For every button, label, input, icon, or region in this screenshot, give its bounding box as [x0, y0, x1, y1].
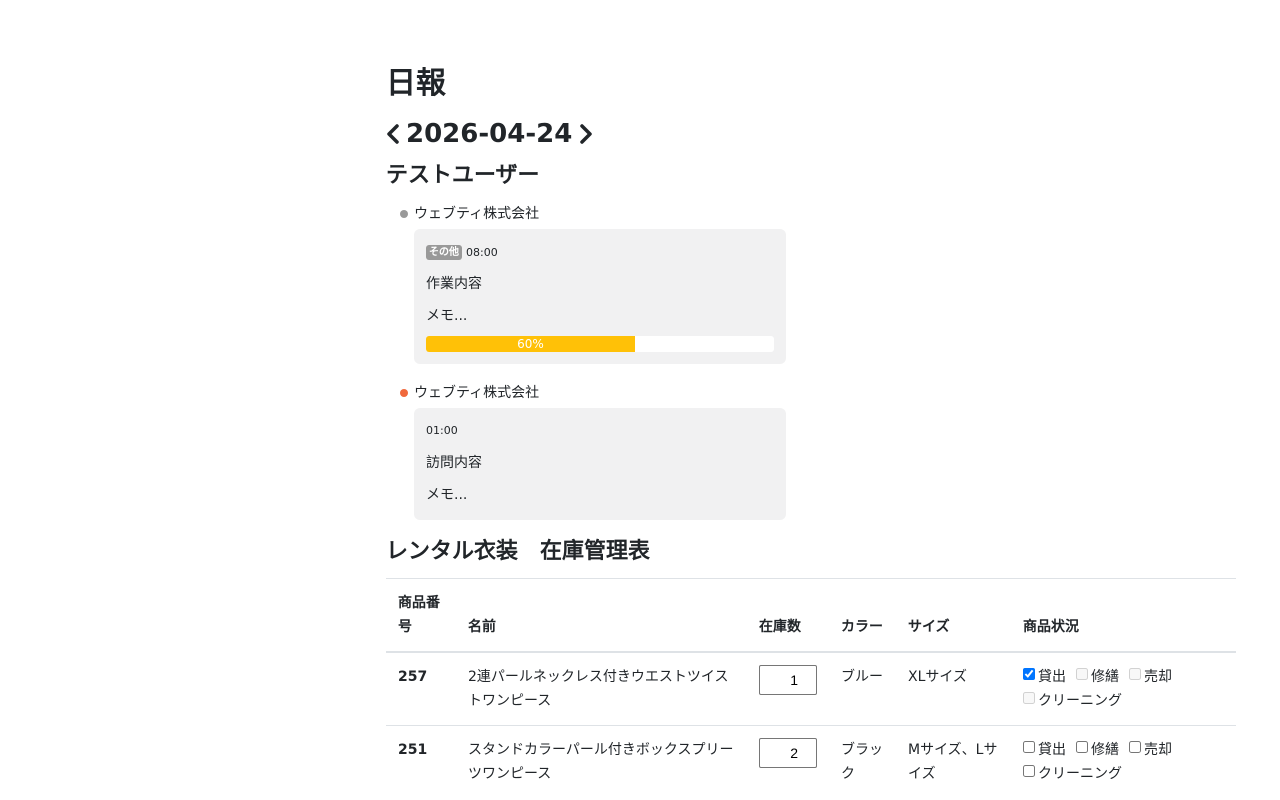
entry-time: 01:00	[426, 424, 458, 437]
status-options: 貸出 修繕 売却クリーニング	[1023, 665, 1224, 713]
item-color: ブルー	[829, 651, 896, 726]
column-header-status: 商品状況	[1011, 578, 1236, 653]
status-dot	[400, 389, 408, 397]
page-title: 日報	[386, 66, 446, 101]
chevron-left-icon[interactable]	[386, 124, 406, 144]
item-color: ブラック	[829, 725, 896, 798]
cleaning-label: クリーニング	[1038, 766, 1122, 782]
chevron-right-icon[interactable]	[579, 124, 599, 144]
stock-input[interactable]	[759, 665, 817, 695]
status-cell: 貸出 修繕 売却クリーニング	[1011, 651, 1236, 726]
column-header-color: カラー	[829, 578, 896, 653]
status-option-repair[interactable]: 修繕	[1076, 741, 1119, 758]
rental-checkbox[interactable]	[1023, 668, 1035, 680]
progress-bar: 60%	[426, 336, 774, 352]
item-size: Mサイズ、Lサイズ	[896, 725, 1011, 798]
sold-label: 売却	[1144, 742, 1172, 758]
status-cell: 貸出 修繕 売却クリーニング	[1011, 725, 1236, 798]
entry-time: 08:00	[466, 245, 498, 259]
sold-checkbox[interactable]	[1129, 668, 1141, 680]
table-row: 257 2連パールネックレス付きウエストツイストワンピース ブルー XLサイズ …	[386, 651, 1236, 726]
repair-checkbox[interactable]	[1076, 668, 1088, 680]
entry-card[interactable]: その他 08:00 作業内容 メモ... 60%	[414, 229, 786, 364]
cleaning-checkbox[interactable]	[1023, 692, 1035, 704]
item-name: 2連パールネックレス付きウエストツイストワンピース	[456, 651, 747, 726]
status-option-rental[interactable]: 貸出	[1023, 668, 1066, 685]
repair-label: 修繕	[1091, 669, 1119, 685]
sold-label: 売却	[1144, 669, 1172, 685]
entry-card[interactable]: 01:00 訪問内容 メモ...	[414, 408, 786, 520]
status-option-rental[interactable]: 貸出	[1023, 741, 1066, 758]
status-option-cleaning[interactable]: クリーニング	[1023, 692, 1122, 709]
current-date: 2026-04-24	[406, 119, 573, 149]
rental-label: 貸出	[1038, 669, 1066, 685]
rental-label: 貸出	[1038, 742, 1066, 758]
table-header-row: 商品番号 名前 在庫数 カラー サイズ 商品状況	[386, 578, 1236, 653]
sold-checkbox[interactable]	[1129, 741, 1141, 753]
status-option-sold[interactable]: 売却	[1129, 668, 1172, 685]
cleaning-checkbox[interactable]	[1023, 765, 1035, 777]
item-id: 251	[386, 725, 456, 798]
user-name: テストユーザー	[386, 163, 540, 188]
repair-label: 修繕	[1091, 742, 1119, 758]
item-size: XLサイズ	[896, 651, 1011, 726]
entry-content: 作業内容	[426, 276, 482, 292]
inventory-title: レンタル衣装 在庫管理表	[386, 539, 651, 564]
entry-meta: その他 08:00	[426, 245, 498, 260]
entry-meta: 01:00	[426, 424, 458, 438]
cleaning-label: クリーニング	[1038, 693, 1122, 709]
column-header-size: サイズ	[896, 578, 1011, 653]
progress-fill: 60%	[426, 336, 635, 352]
status-option-cleaning[interactable]: クリーニング	[1023, 765, 1122, 782]
column-header-name: 名前	[456, 578, 747, 653]
column-header-id: 商品番号	[386, 578, 456, 653]
stock-input[interactable]	[759, 738, 817, 768]
entry-content: 訪問内容	[426, 455, 482, 471]
status-option-sold[interactable]: 売却	[1129, 741, 1172, 758]
entry-memo: メモ...	[426, 487, 468, 503]
date-navigation: 2026-04-24	[386, 116, 599, 152]
stock-cell	[747, 725, 829, 798]
repair-checkbox[interactable]	[1076, 741, 1088, 753]
status-options: 貸出 修繕 売却クリーニング	[1023, 738, 1224, 786]
rental-checkbox[interactable]	[1023, 741, 1035, 753]
status-dot	[400, 210, 408, 218]
stock-cell	[747, 651, 829, 726]
status-option-repair[interactable]: 修繕	[1076, 668, 1119, 685]
table-row: 251 スタンドカラーパール付きボックスプリーツワンピース ブラック Mサイズ、…	[386, 725, 1236, 798]
entry-memo: メモ...	[426, 308, 468, 324]
company-name: ウェブティ株式会社	[414, 206, 540, 222]
item-id: 257	[386, 651, 456, 726]
item-name: スタンドカラーパール付きボックスプリーツワンピース	[456, 725, 747, 798]
column-header-stock: 在庫数	[747, 578, 829, 653]
inventory-table: 商品番号 名前 在庫数 カラー サイズ 商品状況 257 2連パールネックレス付…	[386, 578, 1236, 798]
category-badge: その他	[426, 245, 462, 260]
company-name: ウェブティ株式会社	[414, 385, 540, 401]
